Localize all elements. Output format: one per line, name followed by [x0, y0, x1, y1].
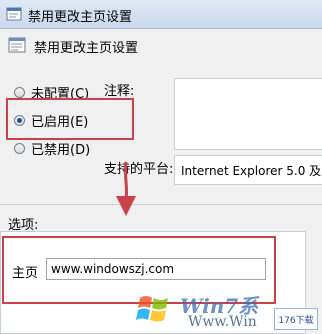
comment-textarea[interactable]: [174, 78, 322, 150]
radio-disabled[interactable]: 已禁用(D): [14, 139, 91, 158]
enabled-highlight-box: [6, 98, 134, 140]
platform-field: Internet Explorer 5.0 及以: [174, 155, 322, 185]
site-badge: 176下载: [274, 308, 318, 330]
title-bar: 禁用更改主页设置: [0, 0, 322, 29]
app-icon: [6, 7, 22, 21]
platform-value: Internet Explorer 5.0 及以: [181, 164, 322, 178]
windows-logo-icon: [136, 296, 168, 322]
comment-label: 注释:: [104, 84, 135, 99]
policy-icon: [8, 37, 26, 53]
policy-header: 禁用更改主页设置: [0, 28, 322, 60]
policy-title: 禁用更改主页设置: [34, 41, 139, 56]
radio-label: 已禁用(D): [31, 142, 91, 158]
radio-circle-icon: [14, 142, 25, 154]
watermark-url: Www.Win: [188, 314, 257, 330]
red-arrow-icon: [116, 161, 136, 216]
badge-text: 176下载: [278, 315, 314, 326]
radio-circle-icon: [14, 86, 25, 98]
window-title: 禁用更改主页设置: [28, 10, 133, 25]
divider: [0, 204, 322, 205]
